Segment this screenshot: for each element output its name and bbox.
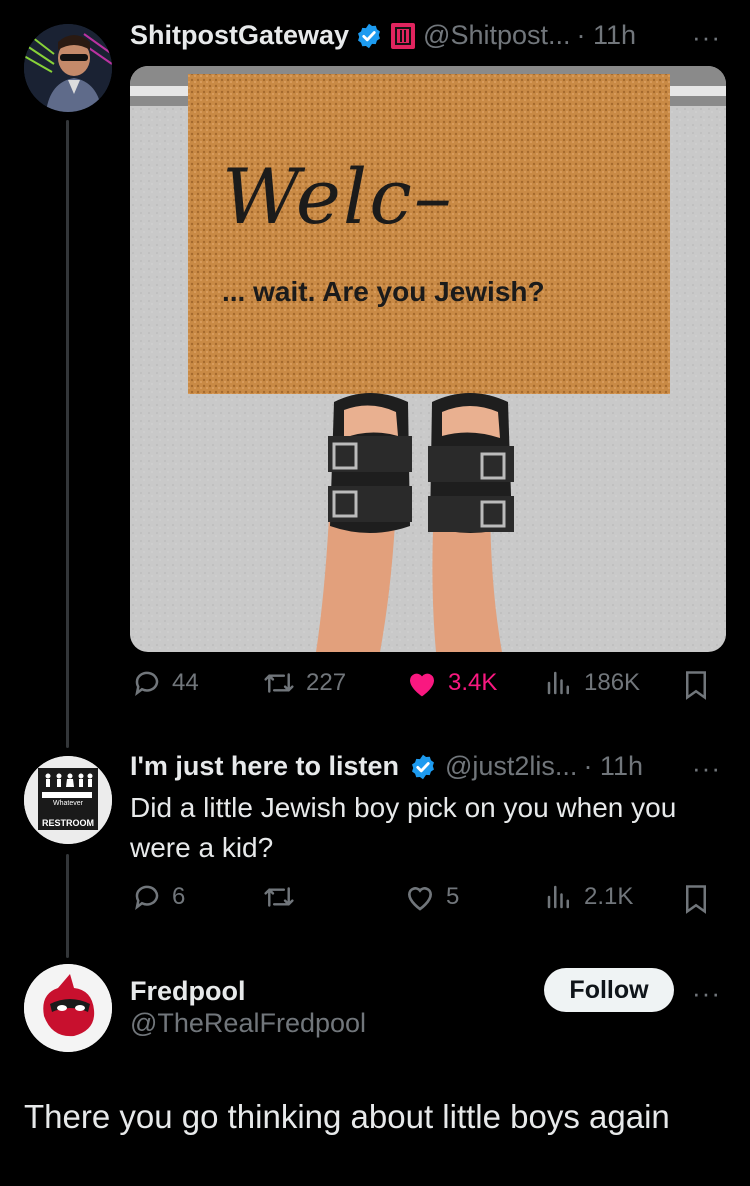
like-button[interactable]: 5 bbox=[404, 882, 459, 912]
reply-icon bbox=[135, 885, 159, 910]
reply-icon bbox=[135, 671, 159, 696]
avatar-sign-small: Whatever bbox=[53, 800, 83, 807]
handle[interactable]: @TheRealFredpool bbox=[130, 1008, 366, 1039]
avatar-image bbox=[24, 964, 112, 1052]
reply-button[interactable]: 44 bbox=[132, 668, 199, 698]
reply-text: There you go thinking about little boys … bbox=[24, 1098, 670, 1135]
reply-button[interactable]: 6 bbox=[132, 882, 185, 912]
views-icon bbox=[547, 885, 569, 909]
timestamp[interactable]: · 11h bbox=[583, 751, 643, 782]
bookmark-button[interactable] bbox=[682, 670, 720, 700]
mat-text-line2: ... wait. Are you Jewish? bbox=[222, 276, 545, 307]
bookmark-icon bbox=[686, 885, 706, 914]
thread-line bbox=[66, 120, 69, 748]
views-icon bbox=[547, 671, 569, 695]
retweet-button[interactable]: 227 bbox=[262, 668, 346, 698]
affiliation-badge-icon bbox=[391, 22, 416, 49]
heart-icon bbox=[407, 887, 433, 911]
avatar[interactable] bbox=[24, 964, 112, 1052]
heart-filled-icon bbox=[410, 673, 434, 697]
like-count: 3.4K bbox=[448, 669, 498, 696]
reply-count: 6 bbox=[172, 883, 186, 910]
reply-count: 44 bbox=[172, 669, 199, 696]
handle[interactable]: @Shitpost... bbox=[423, 20, 570, 51]
view-count: 186K bbox=[584, 669, 641, 696]
display-name[interactable]: ShitpostGateway bbox=[130, 20, 349, 51]
thread-line bbox=[66, 854, 69, 958]
more-options-icon[interactable]: ··· bbox=[692, 978, 721, 1009]
bookmark-icon bbox=[686, 671, 706, 700]
display-name[interactable]: Fredpool bbox=[130, 976, 246, 1006]
profile-name[interactable]: Fredpool bbox=[130, 976, 246, 1007]
verified-badge-icon bbox=[358, 23, 381, 48]
retweet-icon bbox=[264, 673, 294, 693]
more-options-icon[interactable]: ··· bbox=[692, 753, 721, 784]
handle[interactable]: @just2lis... bbox=[445, 751, 577, 782]
view-count: 2.1K bbox=[584, 883, 634, 910]
display-name[interactable]: I'm just here to listen bbox=[130, 751, 399, 782]
follow-button[interactable]: Follow bbox=[544, 968, 674, 1012]
tweet-image[interactable]: Welc– ... wait. Are you Jewish? bbox=[130, 66, 726, 652]
views-button[interactable]: 2.1K bbox=[544, 882, 633, 912]
timestamp[interactable]: · 11h bbox=[577, 20, 637, 51]
like-count: 5 bbox=[446, 883, 460, 910]
tweet-text: Did a little Jewish boy pick on you when… bbox=[130, 792, 677, 863]
mat-text-line1: Welc– bbox=[222, 152, 454, 241]
more-options-icon[interactable]: ··· bbox=[692, 22, 721, 53]
avatar[interactable] bbox=[24, 24, 112, 112]
avatar-image bbox=[24, 24, 112, 112]
avatar-sign-label: RESTROOM bbox=[41, 818, 94, 828]
bookmark-button[interactable] bbox=[682, 884, 720, 914]
retweet-icon bbox=[264, 887, 294, 907]
avatar[interactable]: Whatever RESTROOM bbox=[24, 756, 112, 844]
verified-badge-icon bbox=[412, 754, 434, 779]
retweet-count: 227 bbox=[306, 669, 347, 696]
views-button[interactable]: 186K bbox=[544, 668, 640, 698]
like-button[interactable]: 3.4K bbox=[406, 668, 497, 698]
retweet-button[interactable] bbox=[262, 882, 306, 912]
